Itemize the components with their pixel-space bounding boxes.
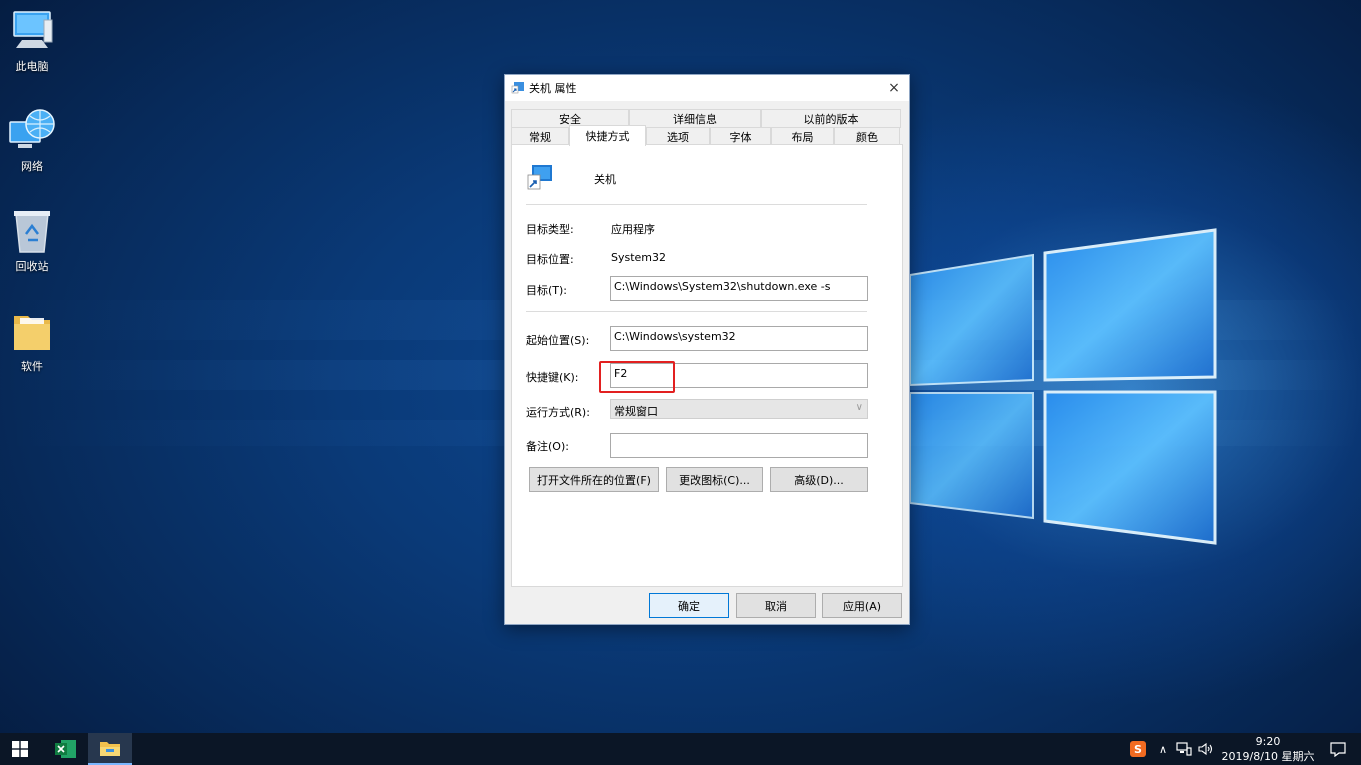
run-label: 运行方式(R): <box>526 406 590 419</box>
excel-icon <box>55 740 76 758</box>
clock-time: 9:20 <box>1255 735 1281 748</box>
dialog-titlebar[interactable]: 关机 属性 × <box>505 75 909 101</box>
start-in-label: 起始位置(S): <box>526 334 590 347</box>
svg-text:S: S <box>1134 743 1142 756</box>
properties-dialog: 关机 属性 × 安全 详细信息 以前的版本 常规 快捷方式 选项 字体 布局 颜… <box>504 74 910 625</box>
start-icon <box>12 741 28 757</box>
folder-icon <box>14 316 50 350</box>
start-in-input[interactable]: C:\Windows\system32 <box>610 326 868 351</box>
target-location-label: 目标位置: <box>526 253 574 266</box>
tab-previous-versions[interactable]: 以前的版本 <box>761 109 901 128</box>
desktop-icon-label: 回收站 <box>15 260 49 273</box>
change-icon-button[interactable]: 更改图标(C)... <box>666 467 763 492</box>
desktop-icon-label: 此电脑 <box>15 60 49 73</box>
desktop-icon-recycle-bin[interactable]: 回收站 <box>4 202 60 292</box>
clock[interactable]: 9:20 2019/8/10 星期六 <box>1218 733 1318 765</box>
target-type-value: 应用程序 <box>611 223 655 236</box>
target-label: 目标(T): <box>526 284 568 297</box>
show-hidden-icons-button[interactable]: ∧ <box>1154 733 1172 765</box>
ok-button[interactable]: 确定 <box>649 593 729 618</box>
target-type-label: 目标类型: <box>526 223 574 236</box>
network-status-icon <box>1176 742 1192 756</box>
tab-shortcut[interactable]: 快捷方式 <box>569 125 646 146</box>
chevron-up-icon: ∧ <box>1158 742 1168 756</box>
advanced-button[interactable]: 高级(D)... <box>770 467 868 492</box>
volume-tray[interactable] <box>1196 733 1216 765</box>
action-center-button[interactable] <box>1322 733 1354 765</box>
run-select-value: 常规窗口 <box>614 405 658 418</box>
input-method-icon: S <box>1130 741 1146 757</box>
target-location-value: System32 <box>611 251 667 264</box>
desktop-icon-label: 网络 <box>21 160 43 173</box>
comment-input[interactable] <box>610 433 868 458</box>
hotkey-input[interactable]: F2 <box>610 363 868 388</box>
divider <box>526 204 867 205</box>
tab-details[interactable]: 详细信息 <box>629 109 761 128</box>
target-input[interactable]: C:\Windows\System32\shutdown.exe -s <box>610 276 868 301</box>
shortcut-app-icon <box>511 82 524 94</box>
desktop-icon-this-pc[interactable]: 此电脑 <box>4 2 60 92</box>
clock-date: 2019/8/10 星期六 <box>1221 750 1315 763</box>
taskbar: S ∧ 9:20 2019/8/10 星期六 <box>0 733 1361 765</box>
comment-label: 备注(O): <box>526 440 569 453</box>
shortcut-name: 关机 <box>594 173 616 186</box>
network-tray[interactable] <box>1174 733 1194 765</box>
shortcut-large-icon <box>527 165 552 190</box>
hotkey-label: 快捷键(K): <box>526 371 579 384</box>
taskbar-excel[interactable] <box>44 733 88 765</box>
chevron-down-icon: ∨ <box>855 402 863 413</box>
cancel-button[interactable]: 取消 <box>736 593 816 618</box>
close-button[interactable]: × <box>879 75 909 101</box>
taskbar-file-explorer[interactable] <box>88 733 132 765</box>
dialog-title: 关机 属性 <box>529 82 577 95</box>
divider <box>526 311 867 312</box>
shortcut-tab-panel: 关机 目标类型: 应用程序 目标位置: System32 目标(T): C:\W… <box>511 144 903 587</box>
file-explorer-icon <box>100 742 120 756</box>
desktop-icon-software-folder[interactable]: 软件 <box>4 302 60 392</box>
desktop-icon-label: 软件 <box>21 360 43 373</box>
apply-button[interactable]: 应用(A) <box>822 593 902 618</box>
volume-icon <box>1198 742 1213 756</box>
recycle-bin-icon <box>14 211 50 253</box>
close-icon: × <box>888 80 900 96</box>
network-icon <box>9 109 55 148</box>
this-pc-icon <box>13 11 53 48</box>
sogou-ime-tray[interactable]: S <box>1128 733 1148 765</box>
desktop-icon-network[interactable]: 网络 <box>4 102 60 192</box>
start-button[interactable] <box>0 733 40 765</box>
run-select[interactable]: 常规窗口 ∨ <box>610 399 868 419</box>
notification-icon <box>1330 742 1346 757</box>
open-file-location-button[interactable]: 打开文件所在的位置(F) <box>529 467 659 492</box>
windows-logo-wallpaper <box>909 228 1217 545</box>
